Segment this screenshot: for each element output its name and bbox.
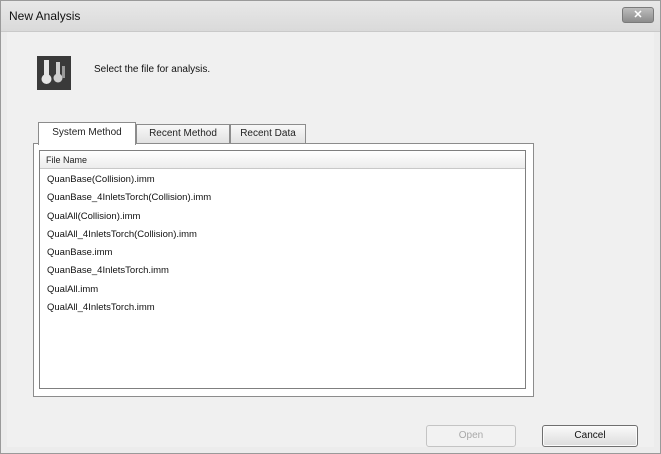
tab-recent-method[interactable]: Recent Method (136, 124, 230, 143)
window-title: New Analysis (9, 9, 81, 23)
flask-icon (37, 56, 71, 90)
cancel-button[interactable]: Cancel (542, 425, 638, 447)
open-button[interactable]: Open (426, 425, 516, 447)
close-button[interactable]: ✕ (622, 7, 654, 23)
dialog-body: Select the file for analysis. System Met… (7, 32, 654, 447)
tab-recent-data[interactable]: Recent Data (230, 124, 306, 143)
title-bar[interactable]: New Analysis ✕ (1, 1, 660, 32)
list-item[interactable]: QuanBase.imm (40, 244, 525, 262)
tab-system-method[interactable]: System Method (38, 122, 136, 145)
list-item[interactable]: QuanBase_4InletsTorch.imm (40, 262, 525, 280)
list-item[interactable]: QualAll_4InletsTorch.imm (40, 299, 525, 317)
close-icon: ✕ (633, 9, 643, 21)
list-item[interactable]: QualAll(Collision).imm (40, 208, 525, 226)
file-list[interactable]: File Name QuanBase(Collision).imm QuanBa… (39, 150, 526, 389)
list-item[interactable]: QuanBase(Collision).imm (40, 171, 525, 189)
column-header-file-name[interactable]: File Name (40, 151, 525, 169)
new-analysis-dialog: New Analysis ✕ Select the file for analy… (0, 0, 661, 454)
system-method-panel: File Name QuanBase(Collision).imm QuanBa… (33, 143, 534, 397)
instruction-text: Select the file for analysis. (94, 64, 211, 75)
list-item[interactable]: QuanBase_4InletsTorch(Collision).imm (40, 189, 525, 207)
file-rows: QuanBase(Collision).imm QuanBase_4Inlets… (40, 171, 525, 317)
list-item[interactable]: QualAll.imm (40, 281, 525, 299)
list-item[interactable]: QualAll_4InletsTorch(Collision).imm (40, 226, 525, 244)
